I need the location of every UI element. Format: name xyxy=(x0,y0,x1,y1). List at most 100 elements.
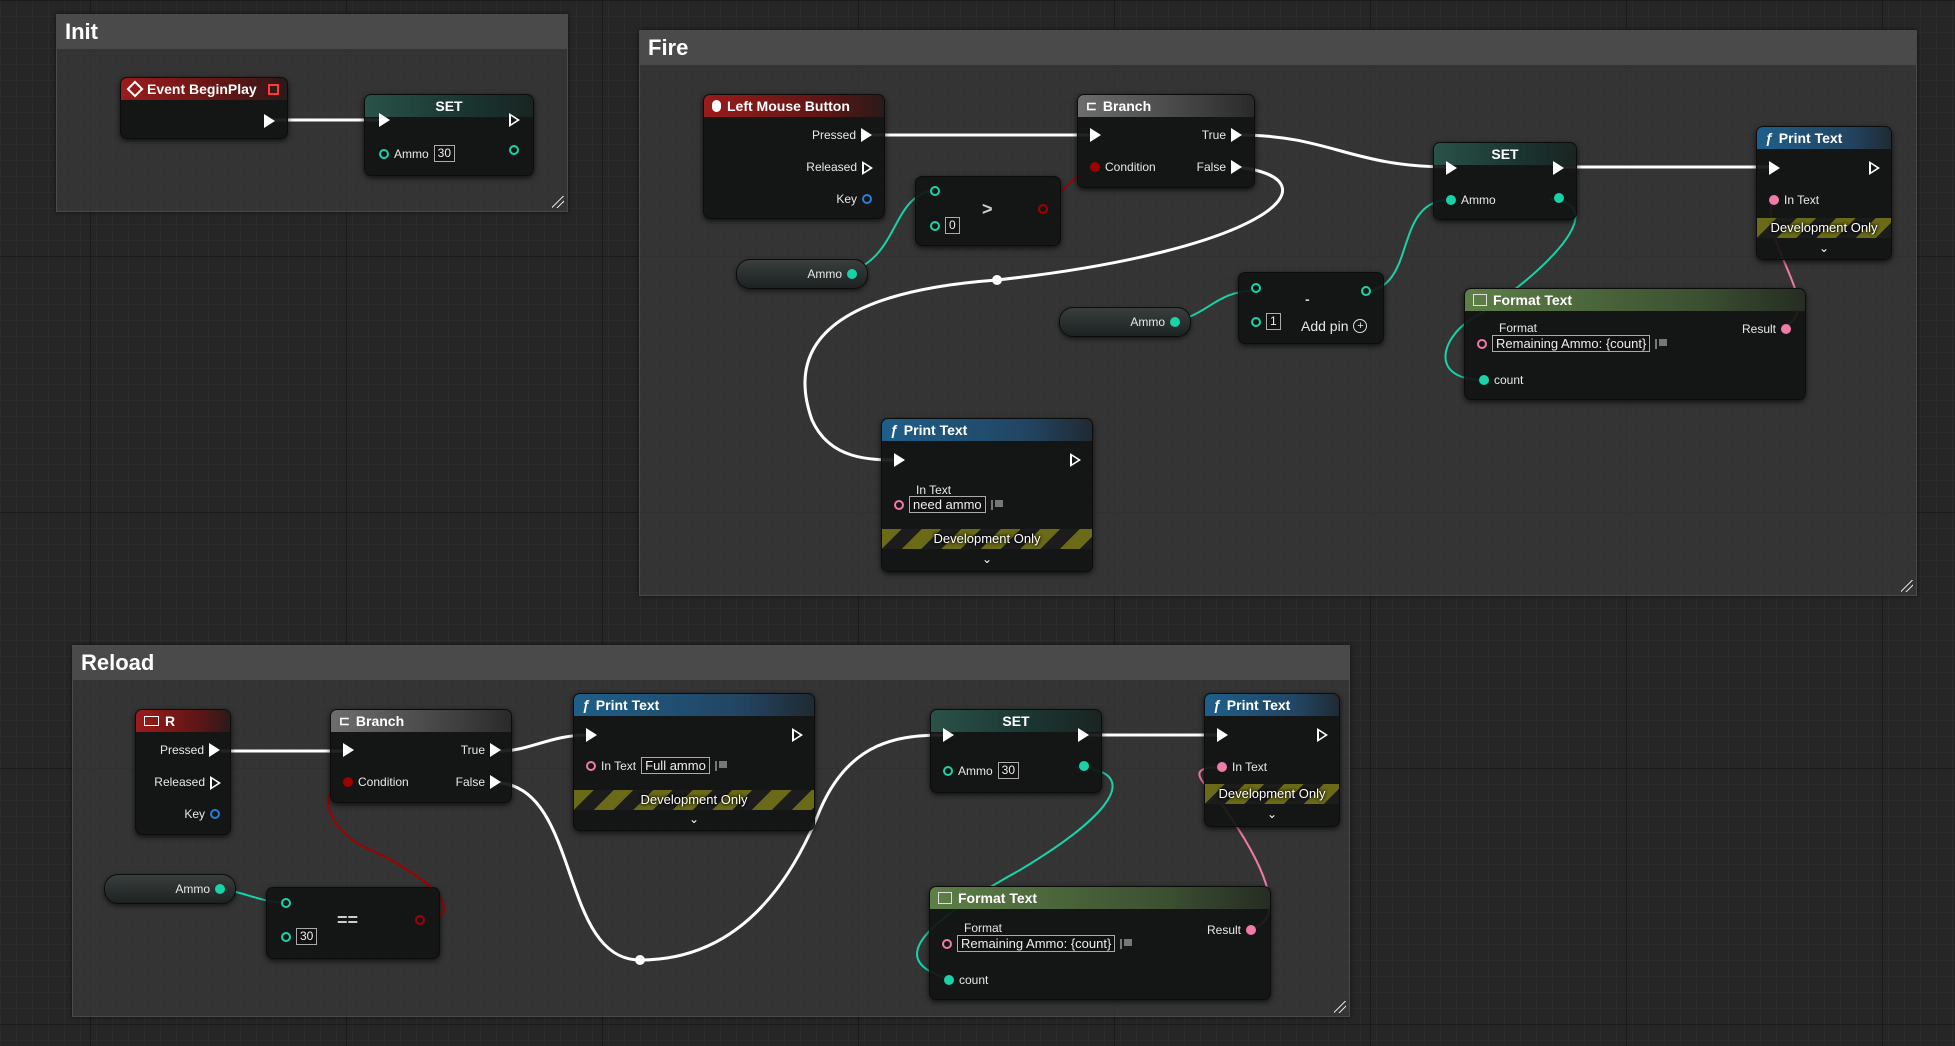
localization-flag-icon[interactable] xyxy=(1655,338,1668,349)
condition-pin[interactable]: Condition xyxy=(343,775,409,789)
set-ammo-node[interactable]: SET Ammo xyxy=(1433,142,1577,220)
ammo-output-pin[interactable] xyxy=(509,145,519,155)
ammo-output-pin[interactable]: Ammo xyxy=(1130,315,1180,329)
exec-out-pin[interactable] xyxy=(264,114,275,128)
exec-in-pin[interactable] xyxy=(1217,728,1228,742)
exec-out-pin[interactable] xyxy=(509,113,520,127)
exec-in-pin[interactable] xyxy=(379,113,390,127)
exec-out-pin[interactable] xyxy=(1078,728,1089,742)
ammo-output-pin[interactable]: Ammo xyxy=(175,882,225,896)
in-text-pin[interactable]: In Text xyxy=(1217,760,1267,774)
format-text-node[interactable]: Format Text Format Remaining Ammo: {coun… xyxy=(1464,288,1806,400)
released-pin[interactable]: Released xyxy=(806,160,873,175)
ammo-input-pin[interactable]: Ammo 30 xyxy=(943,762,1020,779)
format-pin[interactable]: Remaining Ammo: {count} xyxy=(942,935,1133,952)
equals-node[interactable]: 30 == xyxy=(266,887,440,959)
localization-flag-icon[interactable] xyxy=(1120,938,1133,949)
ammo-getter-node[interactable]: Ammo xyxy=(104,874,236,904)
event-beginplay-node[interactable]: Event BeginPlay xyxy=(120,77,288,139)
ammo-output-pin[interactable] xyxy=(1554,193,1564,203)
bool-output-pin[interactable] xyxy=(1038,204,1048,214)
ammo-output-pin[interactable] xyxy=(1079,761,1089,771)
true-pin[interactable]: True xyxy=(461,743,501,757)
r-key-event-node[interactable]: R Pressed Released Key xyxy=(135,709,231,835)
key-pin[interactable]: Key xyxy=(836,192,872,206)
exec-out-pin[interactable] xyxy=(1317,728,1328,742)
bool-output-pin[interactable] xyxy=(415,915,425,925)
key-pin[interactable]: Key xyxy=(184,807,220,821)
in-text-field[interactable]: Full ammo xyxy=(641,757,710,774)
print-text-node[interactable]: ƒ Print Text In Text need ammo Developme… xyxy=(881,418,1093,572)
ammo-getter-node[interactable]: Ammo xyxy=(1059,307,1191,337)
equals-value-field[interactable]: 30 xyxy=(296,928,318,945)
a-input-pin[interactable] xyxy=(930,186,940,196)
pressed-pin[interactable]: Pressed xyxy=(160,743,220,757)
localization-flag-icon[interactable] xyxy=(990,499,1003,510)
expand-chevron-icon[interactable]: ⌄ xyxy=(1757,242,1891,254)
expand-chevron-icon[interactable]: ⌄ xyxy=(882,553,1092,565)
expand-chevron-icon[interactable]: ⌄ xyxy=(574,813,814,825)
exec-in-pin[interactable] xyxy=(894,453,905,467)
print-text-node[interactable]: ƒ Print Text In Text Development Only ⌄ xyxy=(1204,693,1340,827)
exec-out-pin[interactable] xyxy=(1070,453,1081,467)
ammo-input-pin[interactable]: Ammo xyxy=(1446,193,1496,207)
ammo-value-field[interactable]: 30 xyxy=(997,762,1020,779)
compare-value-field[interactable]: 0 xyxy=(945,217,960,234)
true-pin[interactable]: True xyxy=(1202,128,1242,142)
pressed-pin[interactable]: Pressed xyxy=(812,128,872,142)
localization-flag-icon[interactable] xyxy=(714,760,727,771)
b-input-pin[interactable]: 0 xyxy=(930,217,960,234)
in-text-pin[interactable]: In Text xyxy=(1769,193,1819,207)
in-text-pin[interactable]: In Text Full ammo xyxy=(586,757,727,774)
ammo-getter-node[interactable]: Ammo xyxy=(736,259,868,289)
ammo-input-pin[interactable]: Ammo 30 xyxy=(379,145,456,162)
resize-grip-icon[interactable] xyxy=(1901,580,1913,592)
format-text-node[interactable]: Format Text Format Remaining Ammo: {coun… xyxy=(929,886,1271,1000)
count-pin[interactable]: count xyxy=(1479,373,1523,387)
ammo-output-pin[interactable]: Ammo xyxy=(807,267,857,281)
delegate-pin-icon[interactable] xyxy=(268,83,279,95)
condition-pin[interactable]: Condition xyxy=(1090,160,1156,174)
ammo-value-field[interactable]: 30 xyxy=(433,145,456,162)
format-pin[interactable]: Remaining Ammo: {count} xyxy=(1477,335,1668,352)
exec-in-pin[interactable] xyxy=(1769,161,1780,175)
b-input-pin[interactable]: 1 xyxy=(1251,313,1281,330)
b-input-pin[interactable]: 30 xyxy=(281,928,318,945)
result-pin[interactable]: Result xyxy=(1742,322,1791,336)
count-pin[interactable]: count xyxy=(944,973,988,987)
format-field[interactable]: Remaining Ammo: {count} xyxy=(1492,335,1651,352)
exec-out-pin[interactable] xyxy=(792,728,803,742)
print-text-node[interactable]: ƒ Print Text In Text Development Only ⌄ xyxy=(1756,126,1892,260)
print-text-node[interactable]: ƒ Print Text In Text Full ammo Developme… xyxy=(573,693,815,831)
subtract-node[interactable]: 1 - Add pin + xyxy=(1238,272,1384,344)
released-pin[interactable]: Released xyxy=(154,775,221,790)
in-text-field[interactable]: need ammo xyxy=(909,496,986,513)
exec-out-pin[interactable] xyxy=(1869,161,1880,175)
branch-node[interactable]: ⊏ Branch True Condition False xyxy=(1077,94,1255,188)
left-mouse-button-node[interactable]: Left Mouse Button Pressed Released Key xyxy=(703,94,885,219)
false-pin[interactable]: False xyxy=(1197,160,1242,174)
add-pin-button[interactable]: Add pin + xyxy=(1301,318,1368,334)
exec-in-pin[interactable] xyxy=(1090,128,1101,142)
false-pin[interactable]: False xyxy=(456,775,501,789)
exec-in-pin[interactable] xyxy=(1446,161,1457,175)
subtract-value-field[interactable]: 1 xyxy=(1266,313,1281,330)
resize-grip-icon[interactable] xyxy=(1334,1001,1346,1013)
exec-out-pin[interactable] xyxy=(1553,161,1564,175)
set-ammo-node[interactable]: SET Ammo 30 xyxy=(930,709,1102,793)
resize-grip-icon[interactable] xyxy=(552,196,564,208)
exec-in-pin[interactable] xyxy=(343,743,354,757)
exec-in-pin[interactable] xyxy=(943,728,954,742)
in-text-pin[interactable]: need ammo xyxy=(894,496,1003,513)
exec-arrow-icon xyxy=(490,743,501,757)
a-input-pin[interactable] xyxy=(281,898,291,908)
int-output-pin[interactable] xyxy=(1361,286,1371,296)
greater-than-node[interactable]: 0 > xyxy=(915,176,1061,246)
expand-chevron-icon[interactable]: ⌄ xyxy=(1205,808,1339,820)
format-field[interactable]: Remaining Ammo: {count} xyxy=(957,935,1116,952)
branch-node[interactable]: ⊏ Branch True Condition False xyxy=(330,709,512,803)
a-input-pin[interactable] xyxy=(1251,283,1261,293)
exec-in-pin[interactable] xyxy=(586,728,597,742)
result-pin[interactable]: Result xyxy=(1207,923,1256,937)
set-ammo-node[interactable]: SET Ammo 30 xyxy=(364,94,534,176)
